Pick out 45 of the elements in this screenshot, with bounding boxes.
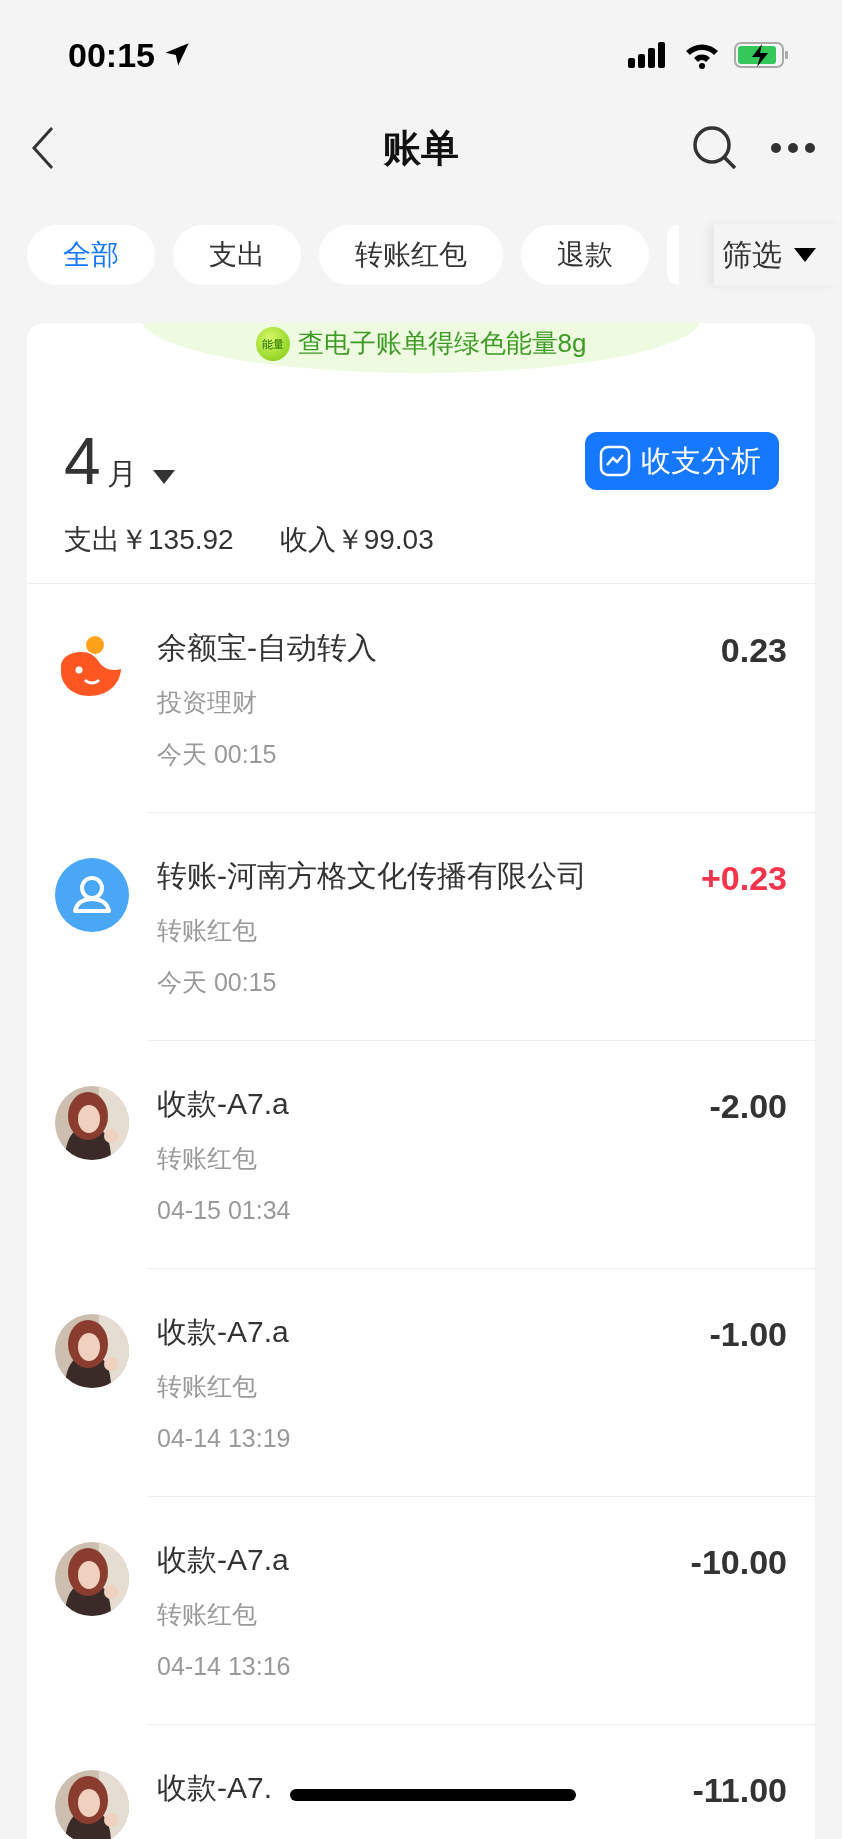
month-number[interactable]: 4: [64, 423, 101, 499]
caret-icon: [794, 248, 816, 262]
caret-icon[interactable]: [152, 470, 175, 484]
transaction-amount: -10.00: [690, 1542, 787, 1583]
transaction-amount: -1.00: [709, 1314, 787, 1355]
more-icon[interactable]: [770, 142, 816, 154]
transaction-category: 投资理财: [157, 687, 258, 718]
transaction-title[interactable]: 收款-A7.a: [157, 1542, 289, 1578]
filter-tab[interactable]: 支出: [173, 225, 301, 285]
filter-button[interactable]: 筛选: [714, 224, 842, 286]
filter-tab[interactable]: 退款: [521, 225, 649, 285]
transaction-amount: -2.00: [709, 1086, 787, 1127]
analysis-button[interactable]: 收支分析: [585, 432, 779, 490]
transaction-time: 04-15 01:34: [157, 1195, 292, 1226]
battery-charging-icon: [734, 41, 790, 69]
transaction-title[interactable]: 收款-A7.a: [157, 1086, 289, 1122]
energy-banner[interactable]: 能量 查电子账单得绿色能量8g: [141, 323, 701, 373]
transaction-title[interactable]: 余额宝-自动转入: [157, 630, 377, 666]
back-icon[interactable]: [30, 126, 56, 170]
transaction-amount: +0.23: [700, 858, 787, 899]
transaction-category: 转账红包: [157, 1143, 258, 1174]
transaction-title[interactable]: 收款-A7.: [157, 1770, 273, 1806]
transaction-title[interactable]: 转账-河南方格文化传播有限公司: [157, 858, 587, 894]
expense-total: 支出￥135.92: [64, 523, 234, 557]
income-total: 收入￥99.03: [279, 523, 434, 557]
month-unit[interactable]: 月: [106, 454, 137, 495]
transaction-time: 04-14 13:19: [157, 1423, 292, 1454]
banner-text: 查电子账单得绿色能量8g: [297, 327, 587, 360]
status-time: 00:15: [68, 35, 191, 75]
transaction-time: 04-14 13:16: [157, 1651, 292, 1682]
transaction-title[interactable]: 收款-A7.a: [157, 1314, 289, 1350]
transaction-amount: 0.23: [720, 630, 787, 671]
transaction-category: 转账红包: [157, 1371, 258, 1402]
filter-tab[interactable]: 转账红包: [319, 225, 503, 285]
filter-tab[interactable]: 全部: [27, 225, 155, 285]
transaction-category: 转账红包: [157, 915, 258, 946]
transaction-time: 今天 00:15: [157, 739, 278, 770]
transaction-time: 今天 00:15: [157, 967, 278, 998]
person-avatar-icon: [55, 858, 129, 932]
energy-badge: 能量: [255, 327, 290, 361]
chart-icon: [599, 445, 631, 477]
transaction-amount: -11.00: [692, 1770, 787, 1811]
page-title: 账单: [383, 126, 459, 169]
transaction-category: 转账红包: [157, 1599, 258, 1630]
search-icon[interactable]: [692, 125, 738, 171]
